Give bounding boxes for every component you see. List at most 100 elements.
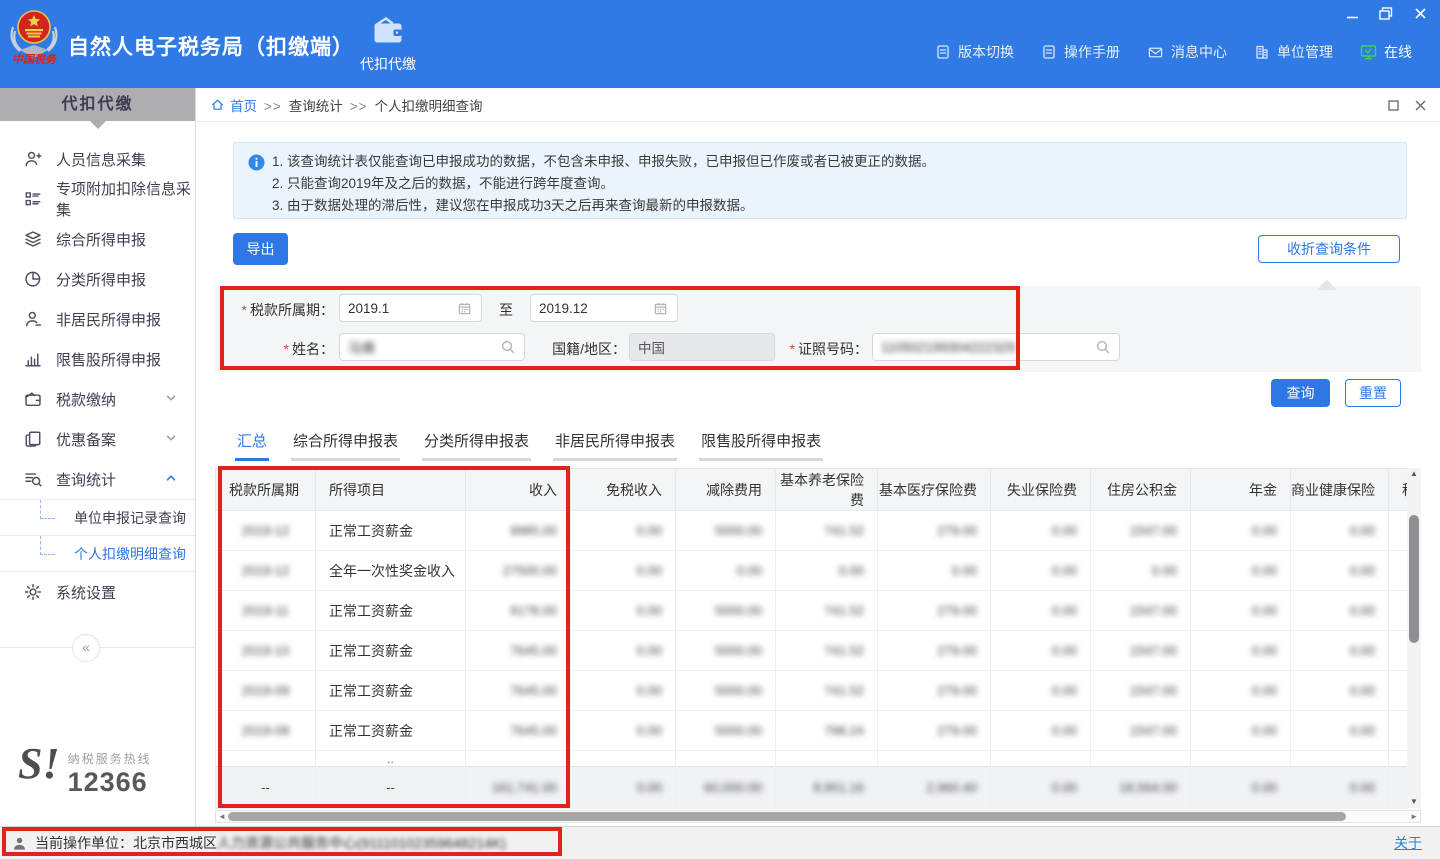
- table-cell: 0.00: [1191, 711, 1291, 751]
- sidebar-subitem-1[interactable]: 个人扣缴明细查询: [0, 536, 195, 572]
- table-cell: 0.00: [1191, 511, 1291, 551]
- sidebar-item-2[interactable]: 综合所得申报: [0, 219, 195, 259]
- about-link[interactable]: 关于: [1394, 833, 1422, 853]
- id-value-masked: 110502199304222329: [881, 340, 1091, 355]
- table-cell: 2019-08: [216, 711, 316, 751]
- reset-button[interactable]: 重置: [1345, 379, 1401, 407]
- sidebar-item-6[interactable]: 税款缴纳: [0, 379, 195, 419]
- top-menu-label: 单位管理: [1277, 42, 1333, 62]
- sidebar-item-label: 优惠备案: [56, 429, 116, 450]
- table-cell: [878, 751, 991, 767]
- sidebar-collapse-button[interactable]: «: [72, 634, 100, 662]
- table-cell: 5000.00: [676, 591, 776, 631]
- table-row[interactable]: 2019-08正常工资薪金7645.000.005000.00798.24279…: [216, 711, 1408, 751]
- column-header: 失业保险费: [991, 469, 1091, 511]
- tab-close-icon[interactable]: [1415, 100, 1426, 111]
- module-tab-withholding[interactable]: 代扣代缴: [345, 17, 431, 74]
- sidebar-item-label: 人员信息采集: [56, 149, 146, 170]
- breadcrumb-home[interactable]: 首页: [210, 95, 257, 115]
- table-cell: 0.00: [991, 591, 1091, 631]
- horizontal-scroll-thumb[interactable]: [228, 812, 1346, 821]
- period-label: *税款所属期：: [216, 300, 334, 320]
- wallet-icon: [373, 17, 403, 44]
- table-cell: 1547.00: [1091, 671, 1191, 711]
- sidebar-item-5[interactable]: 限售股所得申报: [0, 339, 195, 379]
- table-cell: [1389, 711, 1408, 751]
- current-unit-visible: 北京市西城区: [133, 833, 217, 853]
- table-cell: 2019-10: [216, 631, 316, 671]
- tab-1[interactable]: 综合所得申报表: [291, 426, 400, 461]
- period-from-input[interactable]: 2019.1: [339, 294, 482, 322]
- top-menu-label: 版本切换: [958, 42, 1014, 62]
- tax-bureau-logo: 中国税务: [8, 5, 60, 65]
- table-row[interactable]: 2019-11正常工资薪金9178.000.005000.00741.52279…: [216, 591, 1408, 631]
- table-row[interactable]: 2019-10正常工资薪金7645.000.005000.00741.52279…: [216, 631, 1408, 671]
- vertical-scrollbar[interactable]: ▲ ▼: [1407, 468, 1421, 808]
- tab-2[interactable]: 分类所得申报表: [422, 426, 531, 461]
- table-cell: [1091, 751, 1191, 767]
- top-menu-item-0[interactable]: 版本切换: [935, 42, 1014, 62]
- scroll-down-arrow[interactable]: ▼: [1407, 796, 1421, 808]
- breadcrumb: 首页 >>查询统计>>个人扣缴明细查询: [196, 88, 1440, 122]
- calendar-icon[interactable]: [653, 301, 669, 316]
- table-cell: [216, 751, 316, 767]
- tab-4[interactable]: 限售股所得申报表: [699, 426, 823, 461]
- search-icon[interactable]: [1095, 339, 1111, 355]
- column-header: 基本医疗保险费: [878, 469, 991, 511]
- minimize-button[interactable]: [1344, 6, 1360, 20]
- table-cell: 0.00: [571, 591, 676, 631]
- table-row[interactable]: 2019-09正常工资薪金7645.000.005000.00741.52279…: [216, 671, 1408, 711]
- name-input[interactable]: 马倩: [339, 333, 525, 361]
- sidebar-item-8[interactable]: 查询统计: [0, 459, 195, 499]
- horizontal-scrollbar[interactable]: ◄ ►: [215, 810, 1421, 823]
- table-cell: 0.00: [1291, 591, 1389, 631]
- top-menu-item-2[interactable]: 消息中心: [1147, 42, 1227, 62]
- sidebar-item-1[interactable]: 专项附加扣除信息采集: [0, 179, 195, 219]
- summary-cell: 8,951.16: [776, 767, 878, 809]
- person-add-icon: [24, 150, 42, 168]
- table-cell: 正常工资薪金: [316, 671, 466, 711]
- current-unit-masked: 人力资源公共服务中心(91110102359648214K): [217, 833, 506, 853]
- sidebar-item-0[interactable]: 人员信息采集: [0, 139, 195, 179]
- table-cell: [1389, 511, 1408, 551]
- tab-0[interactable]: 汇总: [235, 426, 269, 461]
- id-number-input[interactable]: 110502199304222329: [872, 333, 1120, 361]
- table-row[interactable]: 2019-12全年一次性奖金收入27500.000.000.000.000.00…: [216, 551, 1408, 591]
- restore-button[interactable]: [1378, 6, 1394, 20]
- table-cell: 7645.00: [466, 631, 571, 671]
- sidebar-item-9[interactable]: 系统设置: [0, 572, 195, 612]
- table-row[interactable]: 2019-12正常工资薪金9985.000.005000.00741.52279…: [216, 511, 1408, 551]
- sidebar-item-7[interactable]: 优惠备案: [0, 419, 195, 459]
- scroll-left-arrow[interactable]: ◄: [218, 812, 226, 822]
- top-menu-label: 消息中心: [1171, 42, 1227, 62]
- collapse-filter-button[interactable]: 收折查询条件: [1258, 235, 1400, 263]
- sidebar-item-4[interactable]: 非居民所得申报: [0, 299, 195, 339]
- wallet2-icon: [24, 390, 42, 408]
- search-icon[interactable]: [500, 339, 516, 355]
- scroll-up-arrow[interactable]: ▲: [1407, 468, 1421, 480]
- sidebar-subitem-0[interactable]: 单位申报记录查询: [0, 500, 195, 536]
- top-menu-item-1[interactable]: 操作手册: [1041, 42, 1120, 62]
- table-cell: 27500.00: [466, 551, 571, 591]
- table-cell: 279.00: [878, 631, 991, 671]
- pie-chart-icon: [24, 270, 42, 288]
- online-status[interactable]: 在线: [1360, 42, 1412, 62]
- query-button[interactable]: 查询: [1271, 379, 1330, 407]
- tab-3[interactable]: 非居民所得申报表: [553, 426, 677, 461]
- sidebar-item-3[interactable]: 分类所得申报: [0, 259, 195, 299]
- online-status-label: 在线: [1384, 42, 1412, 62]
- table-cell: 0.00: [571, 711, 676, 751]
- table-cell: [1389, 671, 1408, 711]
- scroll-right-arrow[interactable]: ►: [1410, 812, 1418, 822]
- period-to-input[interactable]: 2019.12: [530, 294, 678, 322]
- export-button[interactable]: 导出: [233, 233, 288, 265]
- table-cell: 0.00: [991, 671, 1091, 711]
- top-menu-item-3[interactable]: 单位管理: [1254, 42, 1333, 62]
- summary-cell: [1389, 767, 1408, 809]
- tab-maximize-icon[interactable]: [1388, 100, 1399, 111]
- vertical-scroll-thumb[interactable]: [1409, 515, 1419, 643]
- table-cell: [466, 751, 571, 767]
- calendar-icon[interactable]: [457, 301, 473, 316]
- close-button[interactable]: [1412, 6, 1428, 20]
- app-window: 中国税务 自然人电子税务局（扣缴端） 代扣代缴 版本切换 操作手册 消息中心: [0, 0, 1440, 859]
